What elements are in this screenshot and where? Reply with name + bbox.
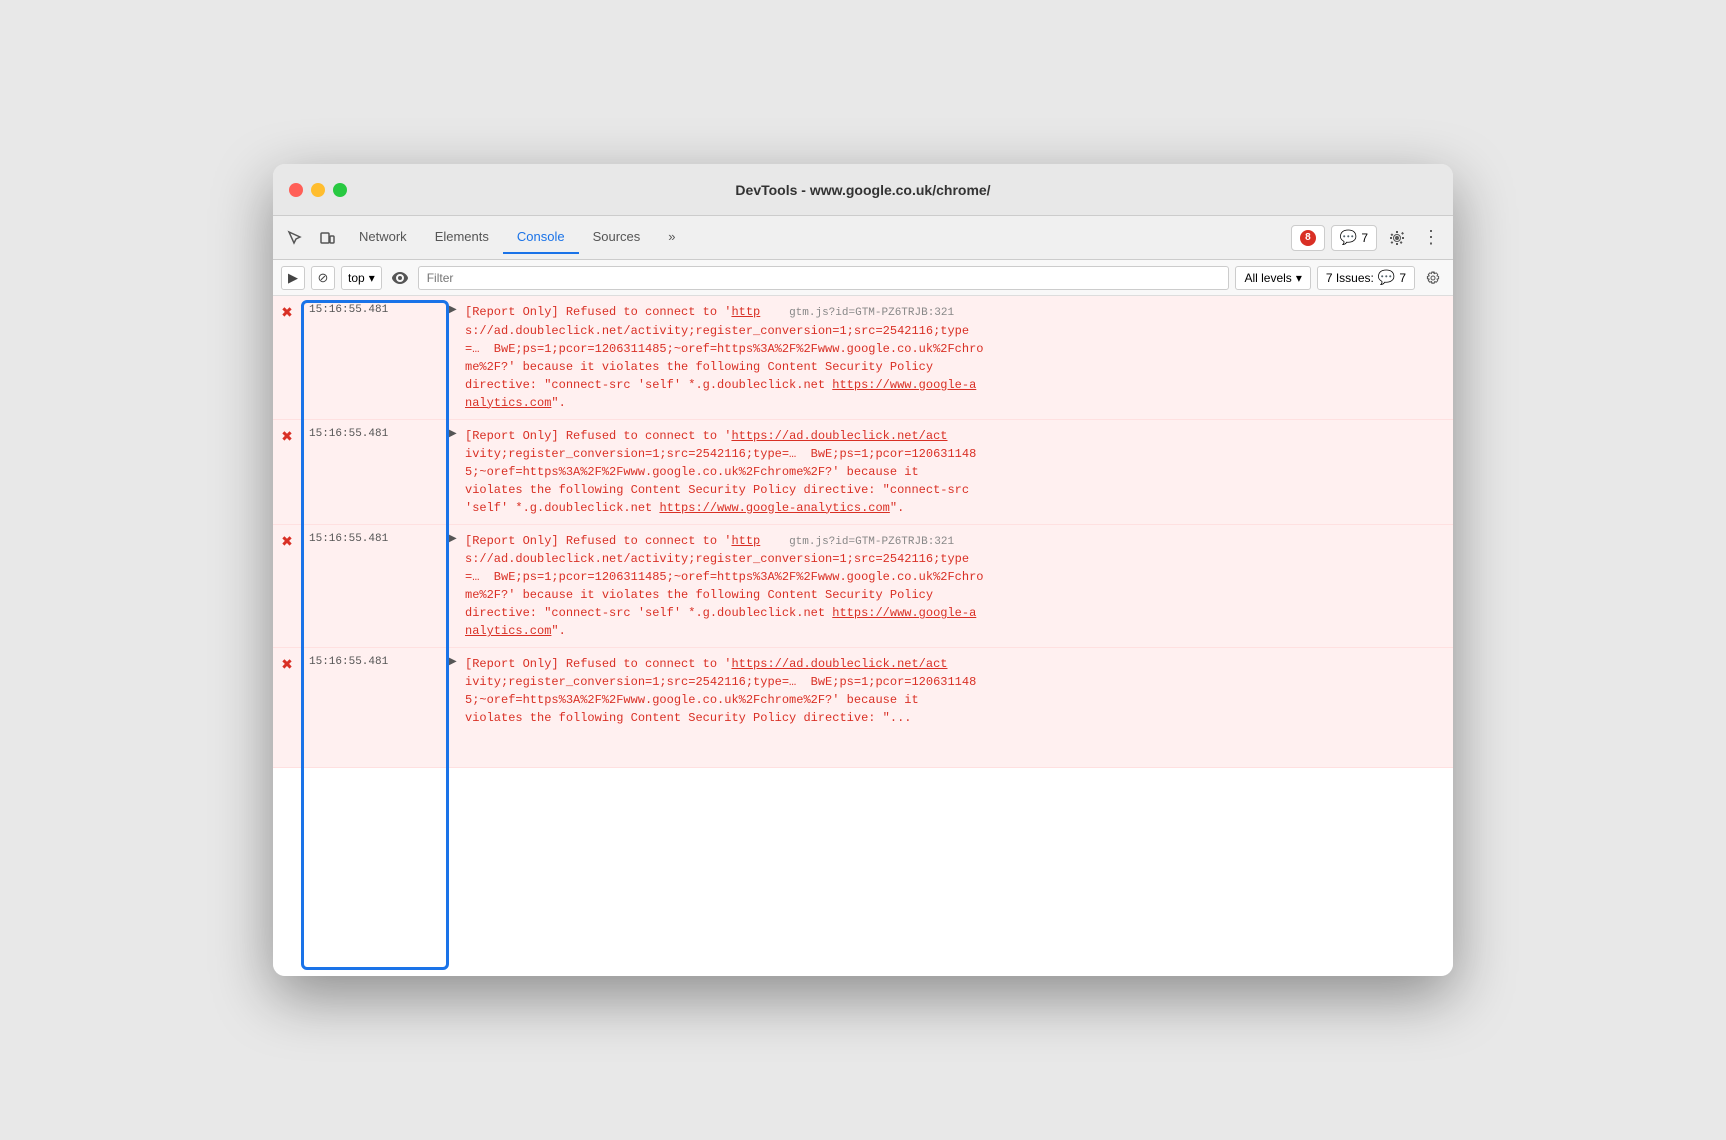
console-settings-button[interactable] <box>1421 266 1445 290</box>
info-badge-button[interactable]: 💬 7 <box>1331 225 1377 251</box>
expand-col-4: ▶ <box>449 652 465 667</box>
levels-label: All levels <box>1244 271 1291 285</box>
more-options-button[interactable]: ⋮ <box>1417 224 1445 252</box>
chat-icon: 💬 <box>1340 229 1357 246</box>
more-icon: ⋮ <box>1422 227 1440 248</box>
error-icon-col-2: ✖ <box>273 424 301 445</box>
issues-button[interactable]: 7 Issues: 💬 7 <box>1317 266 1415 290</box>
stop-icon: ⊘ <box>318 270 329 286</box>
tab-list: Network Elements Console Sources » <box>345 221 1287 254</box>
levels-arrow-icon: ▾ <box>1296 271 1302 285</box>
error-icon-3: ✖ <box>281 533 293 550</box>
expand-col-3: ▶ <box>449 529 465 544</box>
timestamp-4: 15:16:55.481 <box>301 652 449 672</box>
filter-input[interactable] <box>418 266 1230 290</box>
window-controls <box>289 183 347 197</box>
url-link-3a[interactable]: http <box>731 534 760 548</box>
dropdown-arrow-icon: ▾ <box>369 271 375 285</box>
url-link-1c[interactable]: nalytics.com <box>465 396 551 410</box>
error-icon-col-1: ✖ <box>273 300 301 321</box>
url-link-3c[interactable]: nalytics.com <box>465 624 551 638</box>
expand-col-2: ▶ <box>449 424 465 439</box>
stop-button[interactable]: ⊘ <box>311 266 335 290</box>
close-button[interactable] <box>289 183 303 197</box>
maximize-button[interactable] <box>333 183 347 197</box>
error-icon-col-4: ✖ <box>273 652 301 673</box>
message-2: [Report Only] Refused to connect to 'htt… <box>465 424 1453 520</box>
message-4: [Report Only] Refused to connect to 'htt… <box>465 652 1453 730</box>
context-selector[interactable]: top ▾ <box>341 266 382 290</box>
url-link-2a[interactable]: https://ad.doubleclick.net/act <box>731 429 947 443</box>
console-messages-area: ✖ 15:16:55.481 ▶ [Report Only] Refused t… <box>273 296 1453 976</box>
expand-arrow-3[interactable]: ▶ <box>449 533 457 544</box>
tab-sources[interactable]: Sources <box>579 221 655 254</box>
url-link-4a[interactable]: https://ad.doubleclick.net/act <box>731 657 947 671</box>
source-ref-3: gtm.js?id=GTM-PZ6TRJB:321 <box>789 536 954 548</box>
tab-network[interactable]: Network <box>345 221 421 254</box>
play-button[interactable]: ▶ <box>281 266 305 290</box>
play-icon: ▶ <box>288 270 298 286</box>
tab-elements[interactable]: Elements <box>421 221 503 254</box>
timestamp-1: 15:16:55.481 <box>301 300 449 320</box>
tab-bar: Network Elements Console Sources » 8 💬 7 <box>273 216 1453 260</box>
inspect-element-button[interactable] <box>281 224 309 252</box>
eye-button[interactable] <box>388 266 412 290</box>
tab-console[interactable]: Console <box>503 221 579 254</box>
issues-count: 7 <box>1399 271 1406 285</box>
window-title: DevTools - www.google.co.uk/chrome/ <box>735 182 990 198</box>
device-toggle-button[interactable] <box>313 224 341 252</box>
expand-arrow-2[interactable]: ▶ <box>449 428 457 439</box>
error-icon-1: ✖ <box>281 304 293 321</box>
error-icon-4: ✖ <box>281 656 293 673</box>
console-entry-4: ✖ 15:16:55.481 ▶ [Report Only] Refused t… <box>273 648 1453 768</box>
error-count: 8 <box>1300 230 1316 246</box>
console-entry-1: ✖ 15:16:55.481 ▶ [Report Only] Refused t… <box>273 296 1453 420</box>
titlebar: DevTools - www.google.co.uk/chrome/ <box>273 164 1453 216</box>
log-levels-selector[interactable]: All levels ▾ <box>1235 266 1310 290</box>
info-count: 7 <box>1361 231 1368 245</box>
issues-badge: 💬 <box>1378 269 1395 286</box>
minimize-button[interactable] <box>311 183 325 197</box>
url-link-2b[interactable]: https://www.google-analytics.com <box>659 501 889 515</box>
context-label: top <box>348 271 365 285</box>
expand-col-1: ▶ <box>449 300 465 315</box>
source-ref-1: gtm.js?id=GTM-PZ6TRJB:321 <box>789 307 954 319</box>
url-link-1a[interactable]: http <box>731 305 760 319</box>
error-icon-col-3: ✖ <box>273 529 301 550</box>
error-icon-2: ✖ <box>281 428 293 445</box>
console-entry-2: ✖ 15:16:55.481 ▶ [Report Only] Refused t… <box>273 420 1453 525</box>
expand-arrow-1[interactable]: ▶ <box>449 304 457 315</box>
expand-arrow-4[interactable]: ▶ <box>449 656 457 667</box>
devtools-window: DevTools - www.google.co.uk/chrome/ Netw… <box>273 164 1453 976</box>
timestamp-2: 15:16:55.481 <box>301 424 449 444</box>
message-1: [Report Only] Refused to connect to 'htt… <box>465 300 1453 415</box>
console-toolbar: ▶ ⊘ top ▾ All levels ▾ 7 Issues: 💬 7 <box>273 260 1453 296</box>
issues-label: 7 Issues: <box>1326 271 1374 285</box>
url-link-3b[interactable]: https://www.google-a <box>832 606 976 620</box>
console-entry-3: ✖ 15:16:55.481 ▶ [Report Only] Refused t… <box>273 525 1453 649</box>
tab-more[interactable]: » <box>654 221 689 254</box>
url-link-1b[interactable]: https://www.google-a <box>832 378 976 392</box>
settings-button[interactable] <box>1383 224 1411 252</box>
error-badge-button[interactable]: 8 <box>1291 225 1325 251</box>
message-3: [Report Only] Refused to connect to 'htt… <box>465 529 1453 644</box>
toolbar-right: 8 💬 7 ⋮ <box>1291 224 1445 252</box>
timestamp-3: 15:16:55.481 <box>301 529 449 549</box>
